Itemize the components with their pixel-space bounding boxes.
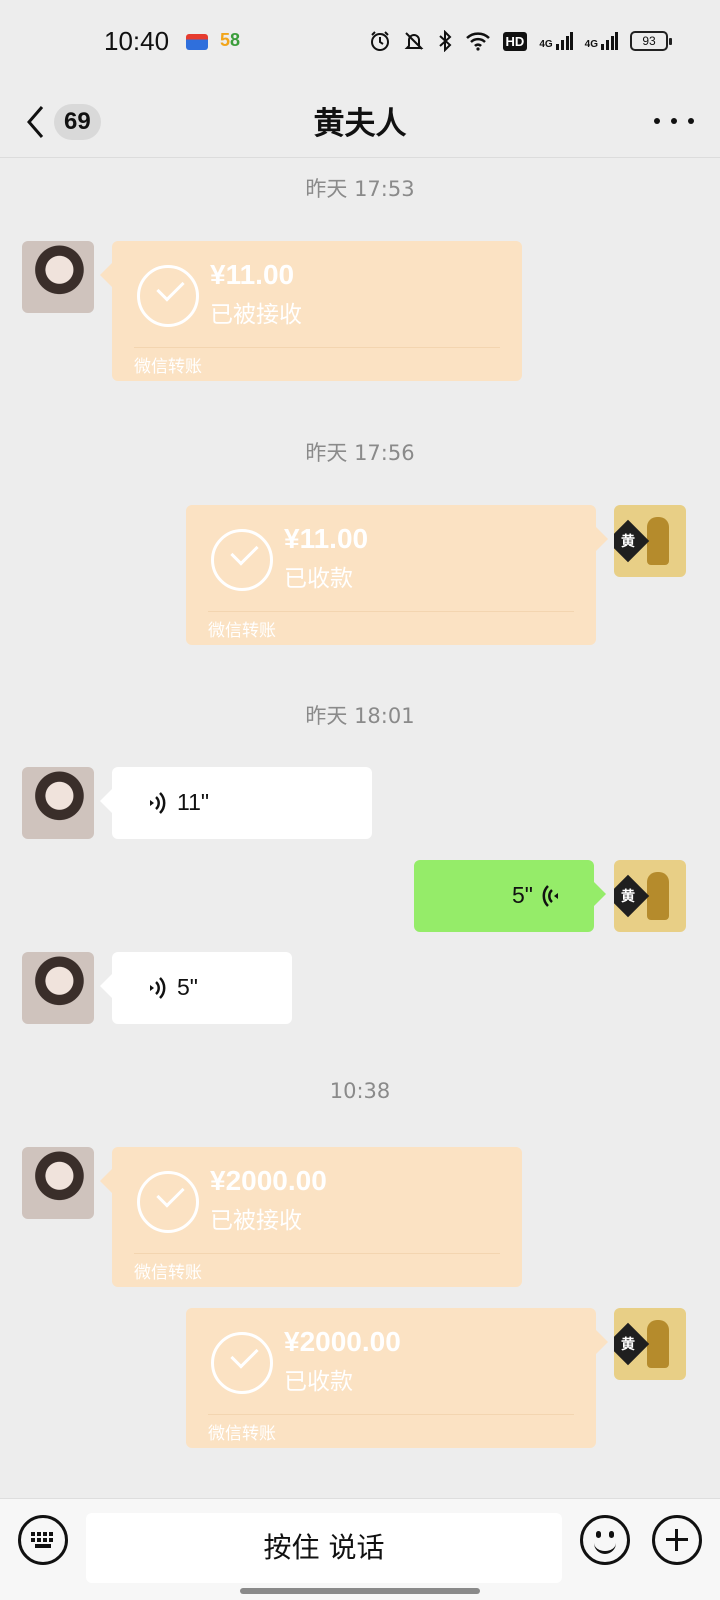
- 58-app-icon: 58: [220, 30, 241, 50]
- bluetooth-icon: [438, 30, 451, 52]
- timestamp: 昨天 18:01: [305, 704, 415, 728]
- transfer-card[interactable]: ¥11.00 已收款 微信转账: [186, 505, 608, 645]
- transfer-amount: ¥11.00: [210, 259, 295, 290]
- self-avatar[interactable]: 黄: [614, 505, 686, 577]
- hold-to-talk-button[interactable]: 按住 说话: [86, 1513, 562, 1583]
- hd-icon: HD: [502, 31, 528, 51]
- transfer-card[interactable]: ¥2000.00 已收款 微信转账: [186, 1308, 608, 1448]
- wallet-app-icon: [186, 34, 208, 50]
- mute-bell-icon: [404, 32, 423, 50]
- input-bar: 按住 说话: [0, 1498, 720, 1600]
- transfer-label: 微信转账: [208, 621, 276, 641]
- contact-avatar[interactable]: [22, 767, 94, 839]
- card-divider: [208, 1414, 574, 1415]
- keyboard-toggle-button[interactable]: [18, 1515, 68, 1565]
- signal-icon-1: 4G: [539, 32, 573, 50]
- chat-title: 黄夫人: [313, 106, 407, 142]
- transfer-status: 已被接收: [210, 302, 302, 328]
- clock: 10:40: [104, 26, 170, 56]
- check-circle-icon: [137, 265, 199, 327]
- card-divider: [134, 1253, 500, 1254]
- more-button[interactable]: [654, 108, 694, 134]
- transfer-status: 已收款: [284, 566, 353, 592]
- contact-avatar[interactable]: [22, 241, 94, 313]
- timestamp: 昨天 17:56: [305, 441, 415, 465]
- battery-icon: 93: [630, 31, 672, 51]
- check-circle-icon: [137, 1171, 199, 1233]
- transfer-status: 已收款: [284, 1369, 353, 1395]
- voice-message[interactable]: 5": [414, 860, 606, 932]
- voice-wave-icon: [542, 885, 558, 907]
- more-functions-button[interactable]: [652, 1515, 702, 1565]
- transfer-amount: ¥2000.00: [284, 1326, 401, 1357]
- home-indicator[interactable]: [240, 1588, 480, 1594]
- chat-header: 69 黄夫人: [0, 90, 720, 158]
- voice-duration: 11": [177, 789, 210, 815]
- transfer-label: 微信转账: [134, 357, 202, 377]
- voice-duration: 5": [177, 974, 198, 1000]
- emoji-button[interactable]: [580, 1515, 630, 1565]
- self-avatar[interactable]: 黄: [614, 1308, 686, 1380]
- check-circle-icon: [211, 1332, 273, 1394]
- more-icon: [654, 118, 660, 124]
- voice-message[interactable]: 11": [100, 767, 372, 839]
- status-bar: 10:40 58 HD 4G 4G 93: [0, 0, 720, 90]
- card-divider: [208, 611, 574, 612]
- voice-wave-icon: [150, 792, 166, 814]
- voice-message[interactable]: 5": [100, 952, 292, 1024]
- transfer-card[interactable]: ¥2000.00 已被接收 微信转账: [100, 1147, 522, 1287]
- check-circle-icon: [211, 529, 273, 591]
- card-divider: [134, 347, 500, 348]
- alarm-icon: [370, 31, 389, 51]
- transfer-amount: ¥11.00: [284, 523, 369, 554]
- wifi-icon: [465, 32, 490, 51]
- contact-avatar[interactable]: [22, 952, 94, 1024]
- timestamp: 昨天 17:53: [305, 177, 415, 201]
- keyboard-icon: [31, 1532, 53, 1548]
- voice-duration: 5": [512, 882, 533, 908]
- transfer-label: 微信转账: [134, 1263, 202, 1283]
- voice-wave-icon: [150, 977, 166, 999]
- transfer-card[interactable]: ¥11.00 已被接收 微信转账: [100, 241, 522, 381]
- timestamp: 10:38: [329, 1079, 391, 1103]
- smiley-icon: [594, 1542, 616, 1554]
- transfer-label: 微信转账: [208, 1424, 276, 1444]
- self-avatar[interactable]: 黄: [614, 860, 686, 932]
- signal-icon-2: 4G: [585, 32, 618, 50]
- contact-avatar[interactable]: [22, 1147, 94, 1219]
- transfer-status: 已被接收: [210, 1208, 302, 1234]
- transfer-amount: ¥2000.00: [210, 1165, 327, 1196]
- system-icons: HD 4G 4G 93: [369, 30, 672, 52]
